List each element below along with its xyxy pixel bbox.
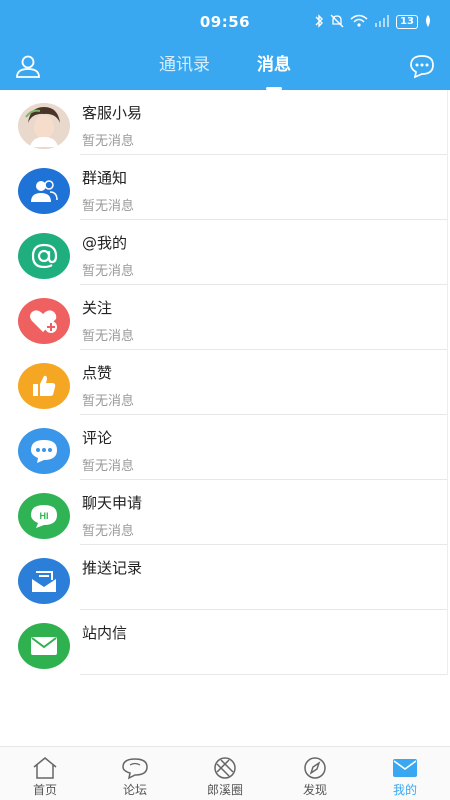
status-bar: 09:56 13 — [0, 0, 450, 44]
right-edge-line — [447, 220, 448, 285]
hi-chat-icon: HI — [18, 493, 70, 539]
circle-icon — [211, 756, 239, 780]
inbox-icon — [18, 558, 70, 604]
list-item-follow[interactable]: 关注 暂无消息 — [0, 285, 450, 350]
customer-service-avatar — [18, 103, 70, 149]
list-item-title: 聊天申请 — [82, 494, 143, 512]
list-item-subtitle: 暂无消息 — [82, 199, 135, 214]
list-item-push-records[interactable]: 推送记录 — [0, 545, 450, 610]
list-item-chat-request[interactable]: HI 聊天申请 暂无消息 — [0, 480, 450, 545]
list-item-title: 评论 — [82, 429, 113, 447]
list-item-site-mail[interactable]: 站内信 — [0, 610, 450, 675]
heart-plus-icon — [18, 298, 70, 344]
nav-label: 我的 — [392, 783, 417, 797]
list-item-likes[interactable]: 点赞 暂无消息 — [0, 350, 450, 415]
nav-home[interactable]: 首页 — [0, 747, 90, 800]
nav-label: 论坛 — [122, 783, 147, 797]
app-header: 09:56 13 通讯录 消息 — [0, 0, 450, 90]
list-item-subtitle: 暂无消息 — [82, 524, 135, 539]
list-item-title: 客服小易 — [82, 104, 143, 122]
nav-circle[interactable]: 郎溪圈 — [180, 747, 270, 800]
list-item-title: @我的 — [82, 234, 128, 252]
message-list: 客服小易 暂无消息 群通知 暂无消息 @我的 暂无消息 关注 暂无消息 点赞 暂… — [0, 90, 450, 675]
list-item-title: 群通知 — [82, 169, 128, 187]
list-item-title: 站内信 — [82, 624, 128, 642]
forum-icon — [121, 756, 149, 780]
nav-label: 郎溪圈 — [206, 783, 243, 797]
row-divider — [80, 674, 448, 675]
list-item-comments[interactable]: 评论 暂无消息 — [0, 415, 450, 480]
signal-icon — [374, 14, 390, 30]
tab-contacts[interactable]: 通讯录 — [159, 52, 210, 82]
nav-discover[interactable]: 发现 — [270, 747, 360, 800]
leaf-icon — [424, 14, 432, 30]
status-icons: 13 — [314, 13, 432, 31]
list-item-group-notice[interactable]: 群通知 暂无消息 — [0, 155, 450, 220]
wifi-icon — [350, 14, 368, 31]
comment-icon — [18, 428, 70, 474]
envelope-icon — [18, 623, 70, 669]
right-edge-line — [447, 285, 448, 350]
list-item-title: 推送记录 — [82, 559, 143, 577]
tab-messages[interactable]: 消息 — [257, 52, 291, 90]
right-edge-line — [447, 90, 448, 155]
right-edge-line — [447, 350, 448, 415]
home-icon — [31, 756, 59, 780]
right-edge-line — [447, 610, 448, 675]
mail-icon — [391, 756, 419, 780]
right-edge-line — [447, 415, 448, 480]
nav-label: 首页 — [32, 783, 57, 797]
nav-mine[interactable]: 我的 — [360, 747, 450, 800]
right-edge-line — [447, 155, 448, 220]
group-icon — [18, 168, 70, 214]
chat-bubble-icon[interactable] — [408, 52, 436, 80]
bluetooth-icon — [314, 13, 324, 31]
at-icon — [18, 233, 70, 279]
list-item-mentions[interactable]: @我的 暂无消息 — [0, 220, 450, 285]
right-edge-line — [447, 480, 448, 545]
compass-icon — [301, 756, 329, 780]
right-edge-line — [447, 545, 448, 610]
list-item-subtitle: 暂无消息 — [82, 264, 135, 279]
header-tabs: 通讯录 消息 — [0, 52, 450, 90]
list-item-subtitle: 暂无消息 — [82, 459, 135, 474]
nav-label: 发现 — [302, 783, 327, 797]
bottom-navigation: 首页 论坛 郎溪圈 发现 我的 — [0, 746, 450, 800]
thumbs-up-icon — [18, 363, 70, 409]
list-item-subtitle: 暂无消息 — [82, 134, 135, 149]
list-item-customer-service[interactable]: 客服小易 暂无消息 — [0, 90, 450, 155]
svg-text:HI: HI — [40, 511, 49, 521]
list-item-subtitle: 暂无消息 — [82, 394, 135, 409]
list-item-title: 关注 — [82, 299, 113, 317]
top-navigation: 通讯录 消息 — [0, 44, 450, 90]
mute-icon — [330, 14, 344, 31]
list-item-subtitle: 暂无消息 — [82, 329, 135, 344]
battery-indicator: 13 — [396, 15, 418, 29]
nav-forum[interactable]: 论坛 — [90, 747, 180, 800]
list-item-title: 点赞 — [82, 364, 113, 382]
